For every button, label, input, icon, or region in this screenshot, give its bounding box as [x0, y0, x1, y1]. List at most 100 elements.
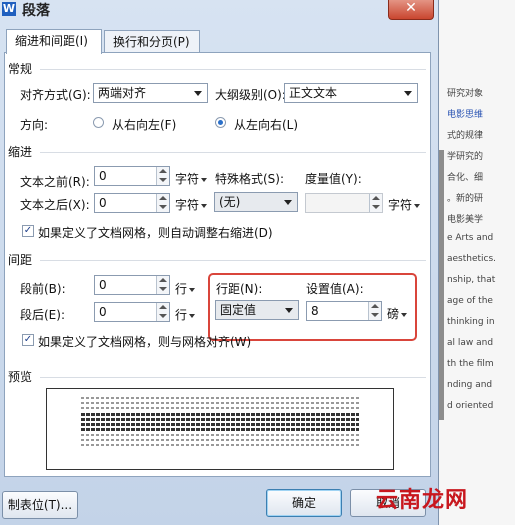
measure-label: 度量值(Y): — [305, 172, 362, 186]
preview-line — [81, 444, 359, 446]
background-text-line: nding and — [447, 380, 493, 390]
caret-down-icon — [201, 177, 208, 182]
spin-buttons[interactable] — [369, 194, 382, 212]
preview-line — [81, 418, 359, 421]
chevron-up-icon — [159, 278, 167, 282]
unit-text: 字符 — [175, 172, 200, 186]
indent-after-unit[interactable]: 字符 — [175, 196, 208, 213]
indent-before-label: 文本之前(R): — [20, 175, 90, 189]
alignment-value: 两端对齐 — [98, 86, 147, 100]
chevron-down-icon — [404, 91, 412, 96]
space-before-label: 段前(B): — [20, 282, 66, 296]
background-text-line: th the film — [447, 359, 494, 369]
section-divider — [40, 152, 426, 153]
chevron-down-icon — [372, 205, 380, 209]
chevron-down-icon — [159, 178, 167, 182]
unit-text: 字符 — [175, 198, 200, 212]
outline-level-value: 正文文本 — [289, 86, 338, 100]
background-text-line: 电影美学 — [447, 215, 484, 225]
chevron-up-icon — [159, 305, 167, 309]
preview-line — [81, 439, 359, 441]
tab-line-page-breaks[interactable]: 换行和分页(P) — [104, 30, 200, 53]
unit-text: 字符 — [388, 198, 413, 212]
chevron-up-icon — [159, 169, 167, 173]
dialog-title: 段落 — [22, 3, 50, 19]
caret-down-icon — [189, 287, 196, 292]
direction-label: 方向: — [20, 118, 49, 132]
preview-box — [46, 388, 394, 470]
indent-before-unit[interactable]: 字符 — [175, 170, 208, 187]
background-text-line: 式的规律 — [447, 131, 484, 141]
special-format-value: (无) — [219, 195, 241, 209]
chevron-down-icon — [159, 314, 167, 318]
indent-after-label: 文本之后(X): — [20, 198, 90, 212]
preview-line — [81, 402, 359, 404]
special-format-label: 特殊格式(S): — [215, 172, 285, 186]
chevron-down-icon — [284, 200, 292, 205]
background-text-line: e Arts and — [447, 233, 494, 243]
site-watermark: 云南龙网 — [376, 488, 469, 513]
chevron-down-icon — [194, 91, 202, 96]
unit-text: 行 — [175, 282, 188, 296]
indent-before-value: 0 — [99, 169, 107, 183]
unit-text: 行 — [175, 308, 188, 322]
preview-line — [81, 397, 359, 399]
space-before-unit[interactable]: 行 — [175, 280, 196, 297]
alignment-select[interactable]: 两端对齐 — [93, 83, 208, 103]
caret-down-icon — [414, 203, 421, 208]
background-text-line: aesthetics. — [447, 254, 497, 264]
auto-adjust-label: 如果定义了文档网格，则自动调整右缩进(D) — [38, 226, 273, 240]
background-text-line: d oriented — [447, 401, 494, 411]
background-text-line: 合化、细 — [447, 173, 484, 183]
special-format-select[interactable]: (无) — [214, 192, 298, 212]
rtl-radio[interactable] — [93, 117, 104, 128]
section-spacing-heading: 间距 — [8, 253, 33, 267]
preview-line — [81, 407, 359, 409]
space-before-input[interactable]: 0 — [94, 275, 170, 295]
wps-logo-icon: W — [2, 2, 16, 16]
tab-indent-spacing[interactable]: 缩进和间距(I) — [6, 29, 102, 54]
measure-unit[interactable]: 字符 — [388, 196, 421, 213]
highlight-box — [208, 273, 417, 341]
section-indent-heading: 缩进 — [8, 145, 33, 159]
space-after-unit[interactable]: 行 — [175, 306, 196, 323]
tab-stops-button[interactable]: 制表位(T)... — [2, 491, 78, 519]
title-bar[interactable]: W 段落 ✕ — [0, 0, 438, 22]
indent-before-input[interactable]: 0 — [94, 166, 170, 186]
ltr-radio[interactable] — [215, 117, 226, 128]
alignment-label: 对齐方式(G): — [20, 88, 91, 102]
spin-buttons[interactable] — [156, 303, 169, 321]
spin-buttons[interactable] — [156, 194, 169, 212]
section-divider — [40, 69, 426, 70]
section-divider — [40, 377, 426, 378]
close-button[interactable]: ✕ — [388, 0, 434, 20]
background-text-line: al law and — [447, 338, 494, 348]
space-after-value: 0 — [99, 305, 107, 319]
outline-level-label: 大纲级别(O): — [215, 88, 286, 102]
section-preview-heading: 预览 — [8, 370, 33, 384]
outline-level-select[interactable]: 正文文本 — [284, 83, 418, 103]
indent-after-value: 0 — [99, 196, 107, 210]
ok-button[interactable]: 确定 — [266, 489, 342, 517]
caret-down-icon — [189, 313, 196, 318]
preview-line — [81, 423, 359, 426]
measure-input[interactable] — [305, 193, 383, 213]
background-text-line: nship, that — [447, 275, 496, 285]
auto-adjust-checkbox[interactable]: ✓ — [22, 225, 34, 237]
chevron-up-icon — [159, 196, 167, 200]
background-text-line: thinking in — [447, 317, 495, 327]
section-divider — [40, 260, 426, 261]
background-text-line: age of the — [447, 296, 493, 306]
spin-buttons[interactable] — [156, 167, 169, 185]
chevron-down-icon — [159, 287, 167, 291]
space-after-input[interactable]: 0 — [94, 302, 170, 322]
snap-grid-label: 如果定义了文档网格，则与网格对齐(W) — [38, 335, 252, 349]
indent-after-input[interactable]: 0 — [94, 193, 170, 213]
snap-grid-checkbox[interactable]: ✓ — [22, 334, 34, 346]
spin-buttons[interactable] — [156, 276, 169, 294]
background-text-line: 学研究的 — [447, 152, 484, 162]
rtl-label: 从右向左(F) — [112, 118, 177, 132]
background-text-line: 。新的研 — [447, 194, 484, 204]
preview-line — [81, 428, 359, 431]
ltr-label: 从左向右(L) — [234, 118, 299, 132]
